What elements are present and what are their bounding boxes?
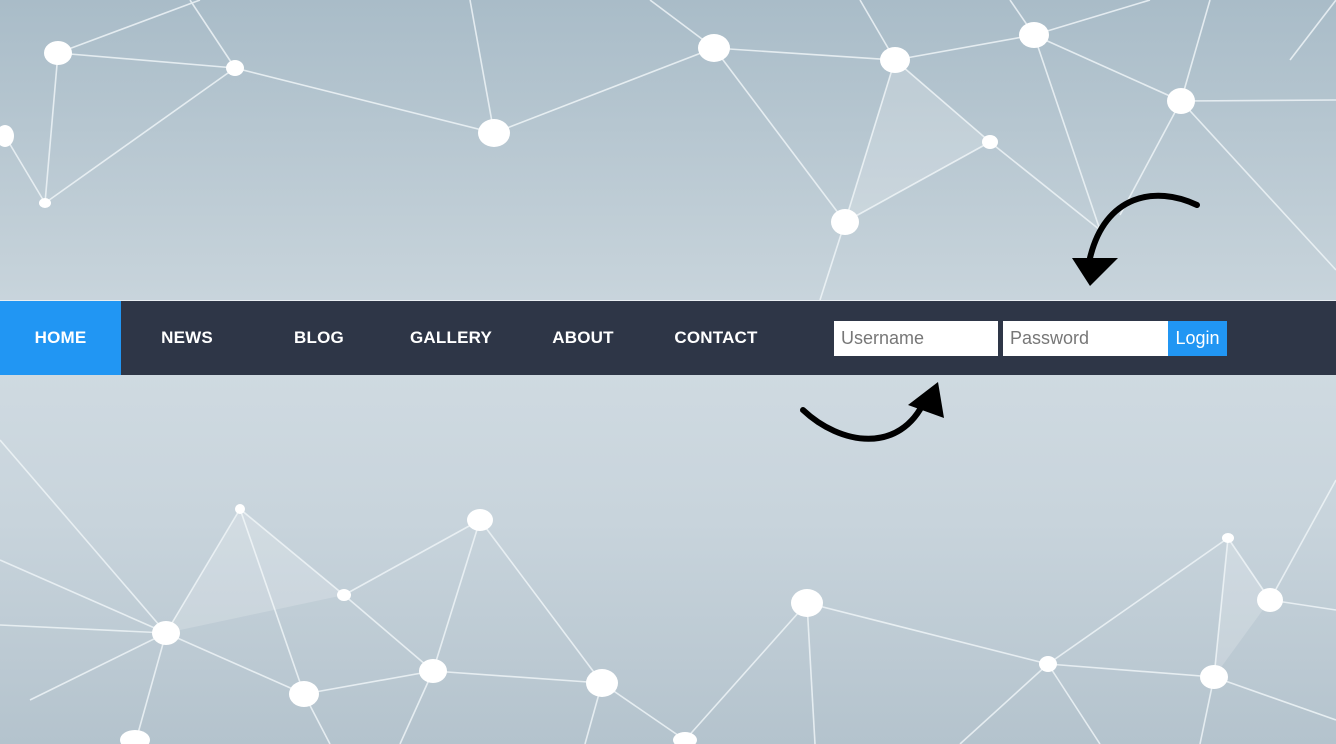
- nav-item-news[interactable]: NEWS: [121, 301, 253, 375]
- page-background: HOME NEWS BLOG GALLERY ABOUT CONTACT Log…: [0, 0, 1336, 744]
- nav-item-home[interactable]: HOME: [0, 301, 121, 375]
- nav-item-contact[interactable]: CONTACT: [649, 301, 783, 375]
- password-input[interactable]: [1003, 321, 1168, 356]
- main-navbar: HOME NEWS BLOG GALLERY ABOUT CONTACT Log…: [0, 300, 1336, 375]
- nav-item-blog[interactable]: BLOG: [253, 301, 385, 375]
- login-button[interactable]: Login: [1168, 321, 1227, 356]
- username-input[interactable]: [834, 321, 998, 356]
- nav-item-about[interactable]: ABOUT: [517, 301, 649, 375]
- nav-item-gallery[interactable]: GALLERY: [385, 301, 517, 375]
